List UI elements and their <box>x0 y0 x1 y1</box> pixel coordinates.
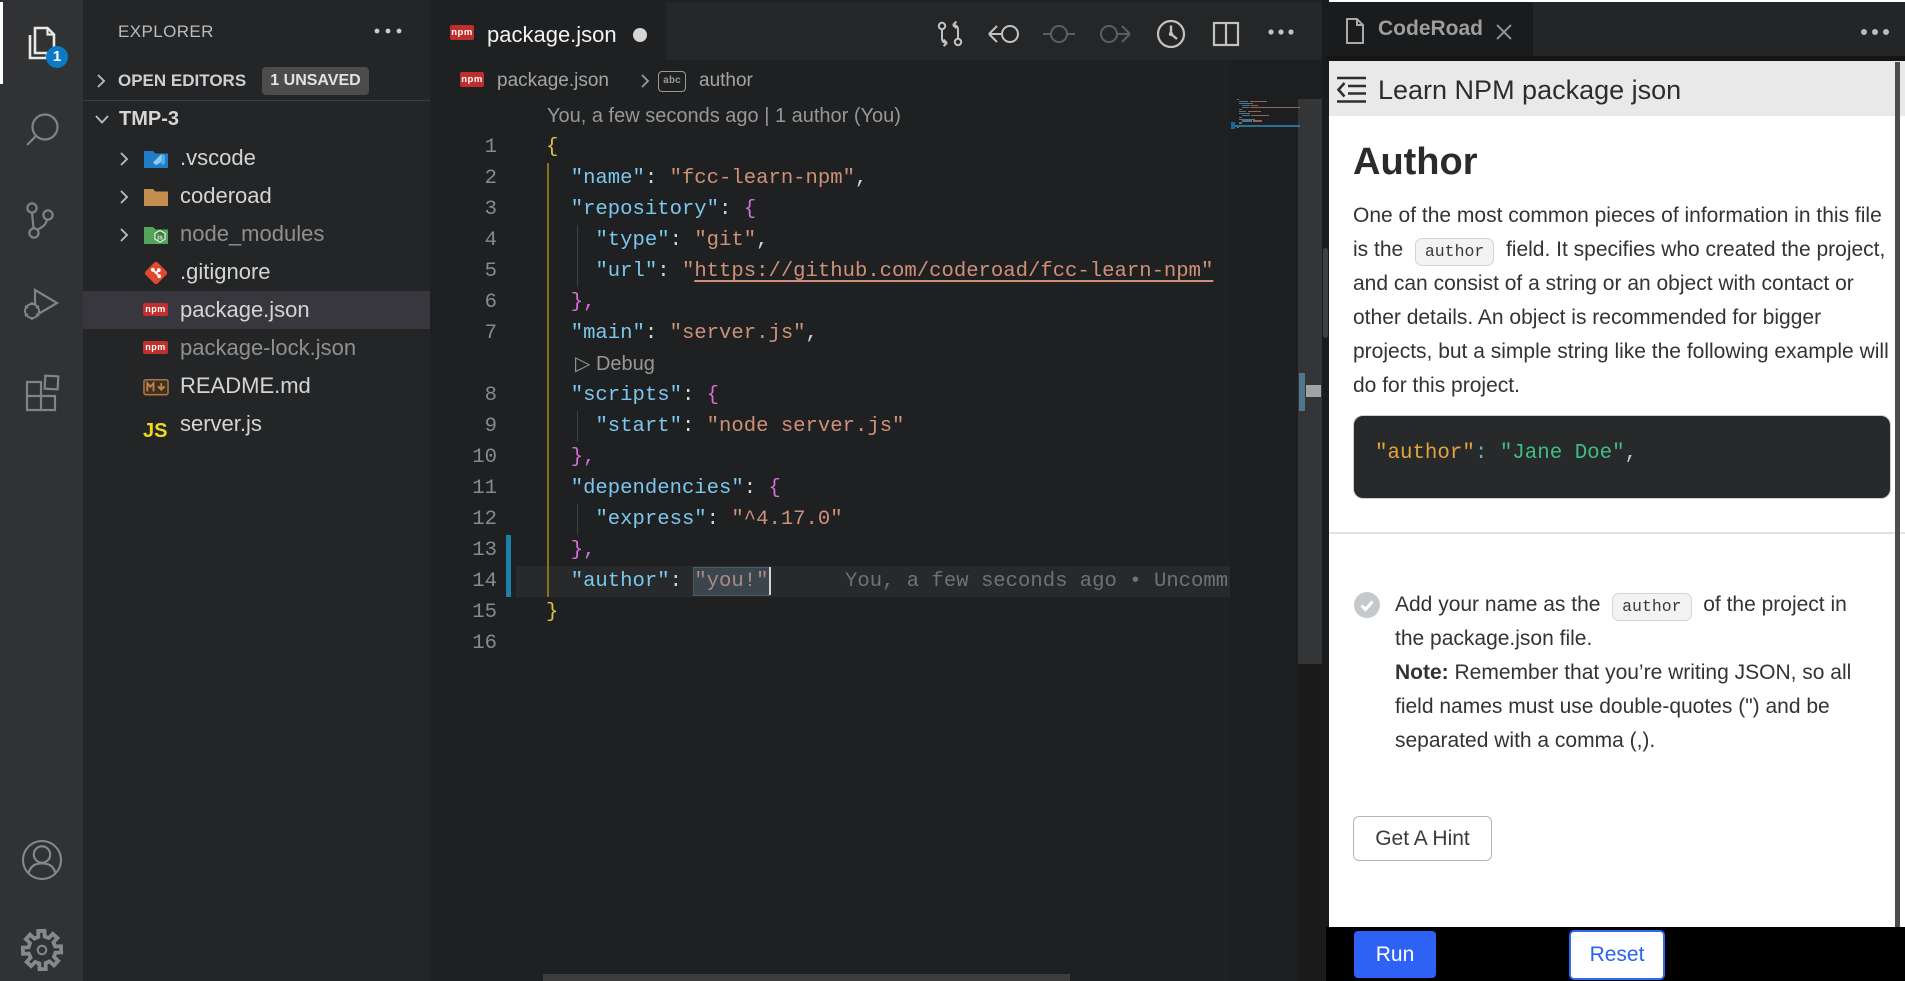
svg-text:js: js <box>156 235 163 242</box>
